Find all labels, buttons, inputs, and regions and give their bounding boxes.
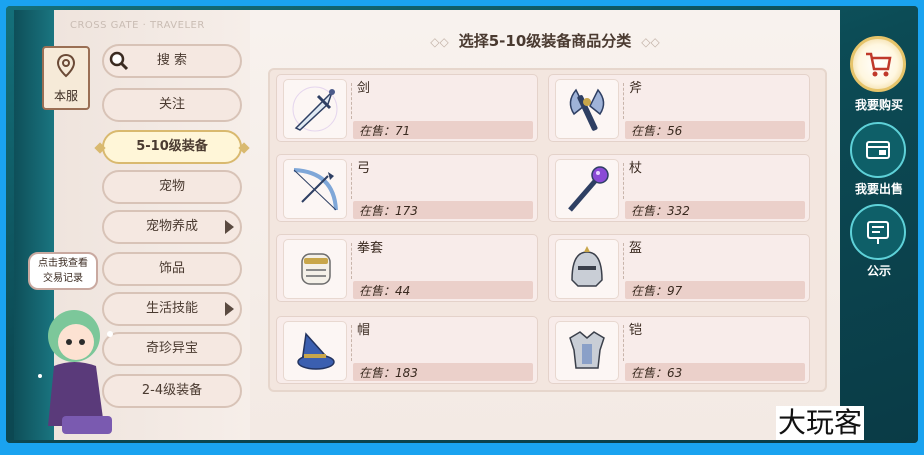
- divider: [351, 83, 352, 119]
- hat-icon: [297, 332, 335, 370]
- item-card-armor[interactable]: 铠 在售：63: [548, 316, 810, 384]
- item-name: 铠: [629, 323, 643, 338]
- divider: [623, 325, 624, 361]
- item-count-bar: 在售：183: [353, 363, 533, 381]
- item-icon-box: [555, 239, 619, 299]
- item-icon-box: [283, 159, 347, 219]
- item-name: 杖: [629, 161, 643, 176]
- item-count-bar: 在售：63: [625, 363, 805, 381]
- location-pin-icon: [56, 54, 76, 78]
- item-card-helmet[interactable]: 盔 在售：97: [548, 234, 810, 302]
- item-count-bar: 在售：332: [625, 201, 805, 219]
- item-card-staff[interactable]: 杖 在售：332: [548, 154, 810, 222]
- bubble-line: 交易记录: [43, 273, 83, 284]
- item-card-bow[interactable]: 弓 在售：173: [276, 154, 538, 222]
- expand-arrow-icon: [225, 302, 234, 316]
- item-count: 在售：44: [359, 284, 411, 298]
- nav-accessories[interactable]: 饰品: [102, 252, 242, 286]
- item-icon-box: [283, 79, 347, 139]
- ornament-icon: ◇◇: [641, 35, 660, 49]
- item-count: 在售：332: [631, 204, 690, 218]
- server-tag[interactable]: 本服: [42, 46, 90, 110]
- notice-label[interactable]: 公示: [840, 262, 918, 279]
- nav-label: 宠物: [158, 179, 185, 194]
- nav-label: 2-4级装备: [141, 383, 203, 398]
- item-card-axe[interactable]: 斧 在售：56: [548, 74, 810, 142]
- item-count-bar: 在售：44: [353, 281, 533, 299]
- divider: [623, 83, 624, 119]
- item-icon-box: [283, 321, 347, 381]
- notice-button[interactable]: [850, 204, 906, 260]
- item-card-gauntlet[interactable]: 拳套 在售：44: [276, 234, 538, 302]
- sword-icon: [292, 86, 338, 132]
- item-count: 在售：71: [359, 124, 411, 138]
- buy-label[interactable]: 我要购买: [840, 96, 918, 113]
- nav-label: 宠物养成: [145, 219, 198, 234]
- shopping-cart-icon: [866, 52, 892, 77]
- item-name: 盔: [629, 241, 643, 256]
- divider: [351, 163, 352, 199]
- expand-arrow-icon: [225, 220, 234, 234]
- watermark: 大玩客: [776, 406, 865, 440]
- armor-icon: [569, 331, 605, 369]
- right-action-bar: 我要购买 我要出售 公示: [840, 6, 918, 443]
- trade-record-bubble[interactable]: 点击我查看 交易记录: [28, 252, 98, 290]
- nav-follow[interactable]: 关注: [102, 88, 242, 122]
- item-card-hat[interactable]: 帽 在售：183: [276, 316, 538, 384]
- brand-text: CROSS GATE · TRAVELER: [70, 20, 205, 31]
- axe-icon: [569, 88, 605, 131]
- staff-icon: [568, 166, 609, 212]
- item-icon-box: [555, 159, 619, 219]
- page-title: 选择5-10级装备商品分类: [458, 32, 632, 50]
- item-count-bar: 在售：71: [353, 121, 533, 139]
- nav-pet-training[interactable]: 宠物养成: [102, 210, 242, 244]
- sell-box-icon: [866, 141, 890, 159]
- item-count: 在售：56: [631, 124, 683, 138]
- item-count-bar: 在售：97: [625, 281, 805, 299]
- gauntlet-icon: [301, 253, 331, 285]
- ornament-icon: ◇◇: [430, 35, 449, 49]
- divider: [351, 243, 352, 279]
- divider: [623, 243, 624, 279]
- item-count: 在售：183: [359, 366, 418, 380]
- item-card-sword[interactable]: 剑 在售：71: [276, 74, 538, 142]
- nav-label: 生活技能: [145, 301, 198, 316]
- item-name: 帽: [357, 323, 371, 338]
- server-tag-label: 本服: [53, 89, 78, 103]
- item-icon-box: [555, 79, 619, 139]
- bow-icon: [293, 168, 338, 211]
- notice-board-icon: [867, 221, 889, 244]
- sell-label[interactable]: 我要出售: [840, 180, 918, 197]
- game-screen: CROSS GATE · TRAVELER 本服 搜 索 关注 5-10级装备 …: [6, 6, 918, 443]
- item-name: 斧: [629, 81, 643, 96]
- item-icon-box: [283, 239, 347, 299]
- nav-label: 奇珍异宝: [145, 341, 198, 356]
- item-name: 剑: [357, 81, 371, 96]
- nav-label: 关注: [158, 97, 185, 112]
- divider: [351, 325, 352, 361]
- sell-button[interactable]: [850, 122, 906, 178]
- item-count: 在售：63: [631, 366, 683, 380]
- item-count-bar: 在售：56: [625, 121, 805, 139]
- nav-label: 饰品: [158, 261, 185, 276]
- item-count: 在售：173: [359, 204, 418, 218]
- nav-label: 5-10级装备: [136, 139, 208, 154]
- bubble-line: 点击我查看: [38, 258, 88, 269]
- nav-search[interactable]: 搜 索: [102, 44, 242, 78]
- mascot-character-icon[interactable]: [24, 296, 134, 440]
- buy-button[interactable]: [850, 36, 906, 92]
- market-book-panel: CROSS GATE · TRAVELER 本服 搜 索 关注 5-10级装备 …: [14, 10, 840, 440]
- nav-pet[interactable]: 宠物: [102, 170, 242, 204]
- item-name: 拳套: [357, 241, 384, 256]
- page-title-row: ◇◇ 选择5-10级装备商品分类 ◇◇: [250, 30, 840, 51]
- item-count-bar: 在售：173: [353, 201, 533, 219]
- search-icon: [109, 51, 129, 71]
- item-count: 在售：97: [631, 284, 683, 298]
- item-name: 弓: [357, 161, 371, 176]
- nav-search-label: 搜 索: [156, 53, 188, 68]
- divider: [623, 163, 624, 199]
- helmet-icon: [571, 246, 603, 287]
- nav-equipment-5-10[interactable]: 5-10级装备: [94, 130, 250, 164]
- item-icon-box: [555, 321, 619, 381]
